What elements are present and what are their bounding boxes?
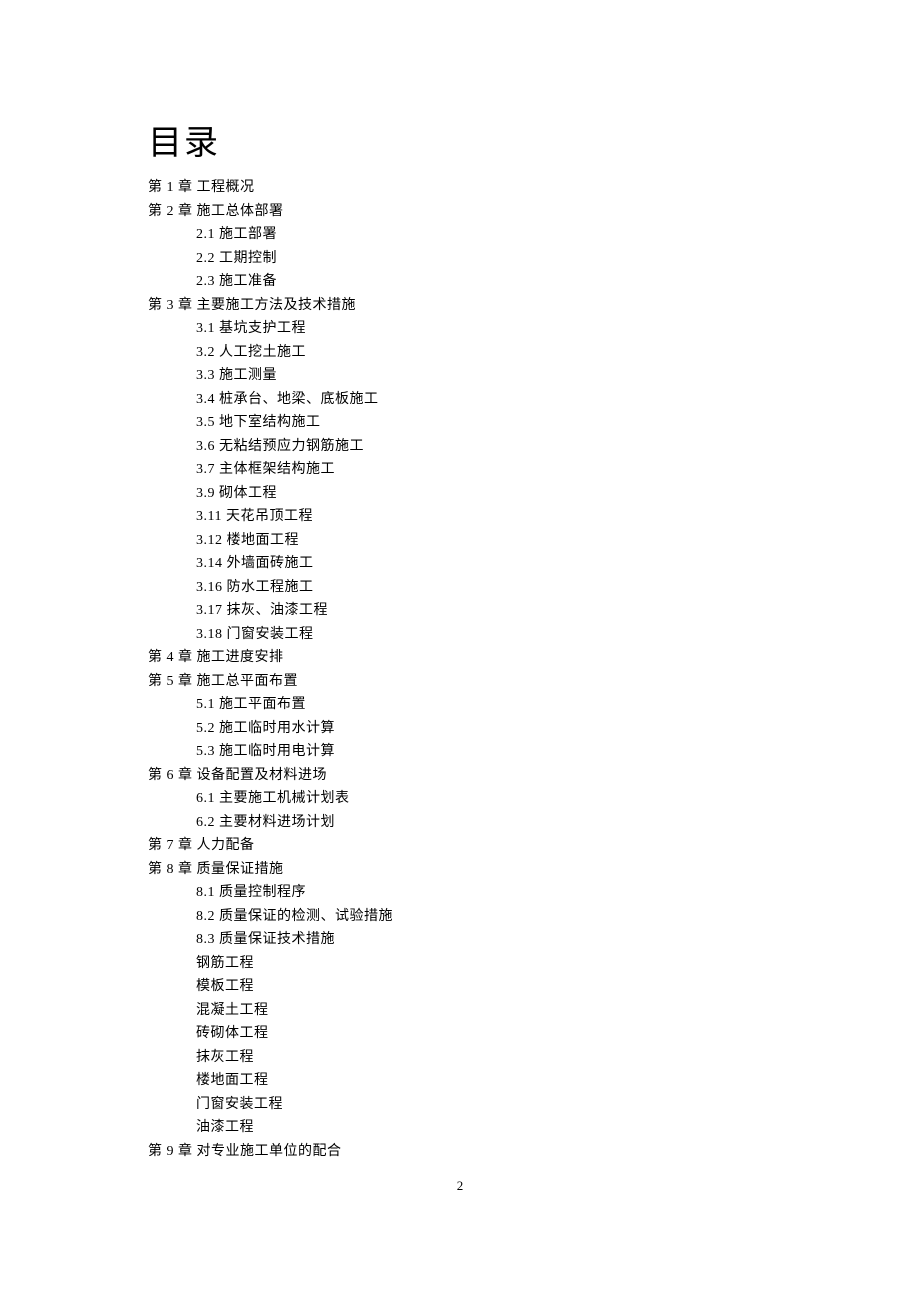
toc-entry: 3.2 人工挖土施工 — [196, 341, 775, 365]
toc-entry: 3.11 天花吊顶工程 — [196, 505, 775, 529]
toc-entry: 5.3 施工临时用电计算 — [196, 740, 775, 764]
toc-entry: 钢筋工程 — [196, 952, 775, 976]
page-number: 2 — [0, 1178, 920, 1194]
toc-entry: 第 2 章 施工总体部署 — [148, 200, 775, 224]
toc-entry: 3.17 抹灰、油漆工程 — [196, 599, 775, 623]
toc-entry: 3.7 主体框架结构施工 — [196, 458, 775, 482]
toc-entry: 8.2 质量保证的检测、试验措施 — [196, 905, 775, 929]
toc-entry: 8.1 质量控制程序 — [196, 881, 775, 905]
toc-entry: 抹灰工程 — [196, 1046, 775, 1070]
toc-entry: 油漆工程 — [196, 1116, 775, 1140]
toc-entry: 6.1 主要施工机械计划表 — [196, 787, 775, 811]
toc-entry: 第 9 章 对专业施工单位的配合 — [148, 1140, 775, 1164]
toc-entry: 3.16 防水工程施工 — [196, 576, 775, 600]
toc-entry: 8.3 质量保证技术措施 — [196, 928, 775, 952]
toc-entry: 第 5 章 施工总平面布置 — [148, 670, 775, 694]
toc-entry: 6.2 主要材料进场计划 — [196, 811, 775, 835]
toc-entry: 第 3 章 主要施工方法及技术措施 — [148, 294, 775, 318]
toc-entry: 楼地面工程 — [196, 1069, 775, 1093]
toc-body: 第 1 章 工程概况第 2 章 施工总体部署2.1 施工部署2.2 工期控制2.… — [148, 176, 775, 1163]
document-page: 目录 第 1 章 工程概况第 2 章 施工总体部署2.1 施工部署2.2 工期控… — [0, 0, 920, 1163]
toc-entry: 混凝土工程 — [196, 999, 775, 1023]
toc-entry: 3.14 外墙面砖施工 — [196, 552, 775, 576]
toc-entry: 3.9 砌体工程 — [196, 482, 775, 506]
toc-entry: 第 8 章 质量保证措施 — [148, 858, 775, 882]
toc-entry: 3.5 地下室结构施工 — [196, 411, 775, 435]
toc-entry: 3.1 基坑支护工程 — [196, 317, 775, 341]
toc-entry: 3.4 桩承台、地梁、底板施工 — [196, 388, 775, 412]
toc-entry: 5.2 施工临时用水计算 — [196, 717, 775, 741]
toc-entry: 3.6 无粘结预应力钢筋施工 — [196, 435, 775, 459]
toc-entry: 第 6 章 设备配置及材料进场 — [148, 764, 775, 788]
toc-entry: 2.3 施工准备 — [196, 270, 775, 294]
toc-entry: 2.1 施工部署 — [196, 223, 775, 247]
toc-entry: 门窗安装工程 — [196, 1093, 775, 1117]
toc-entry: 第 4 章 施工进度安排 — [148, 646, 775, 670]
toc-entry: 2.2 工期控制 — [196, 247, 775, 271]
toc-entry: 3.12 楼地面工程 — [196, 529, 775, 553]
toc-entry: 第 1 章 工程概况 — [148, 176, 775, 200]
toc-entry: 3.18 门窗安装工程 — [196, 623, 775, 647]
toc-entry: 模板工程 — [196, 975, 775, 999]
toc-entry: 5.1 施工平面布置 — [196, 693, 775, 717]
toc-entry: 砖砌体工程 — [196, 1022, 775, 1046]
toc-entry: 第 7 章 人力配备 — [148, 834, 775, 858]
toc-entry: 3.3 施工测量 — [196, 364, 775, 388]
toc-title: 目录 — [148, 115, 775, 164]
